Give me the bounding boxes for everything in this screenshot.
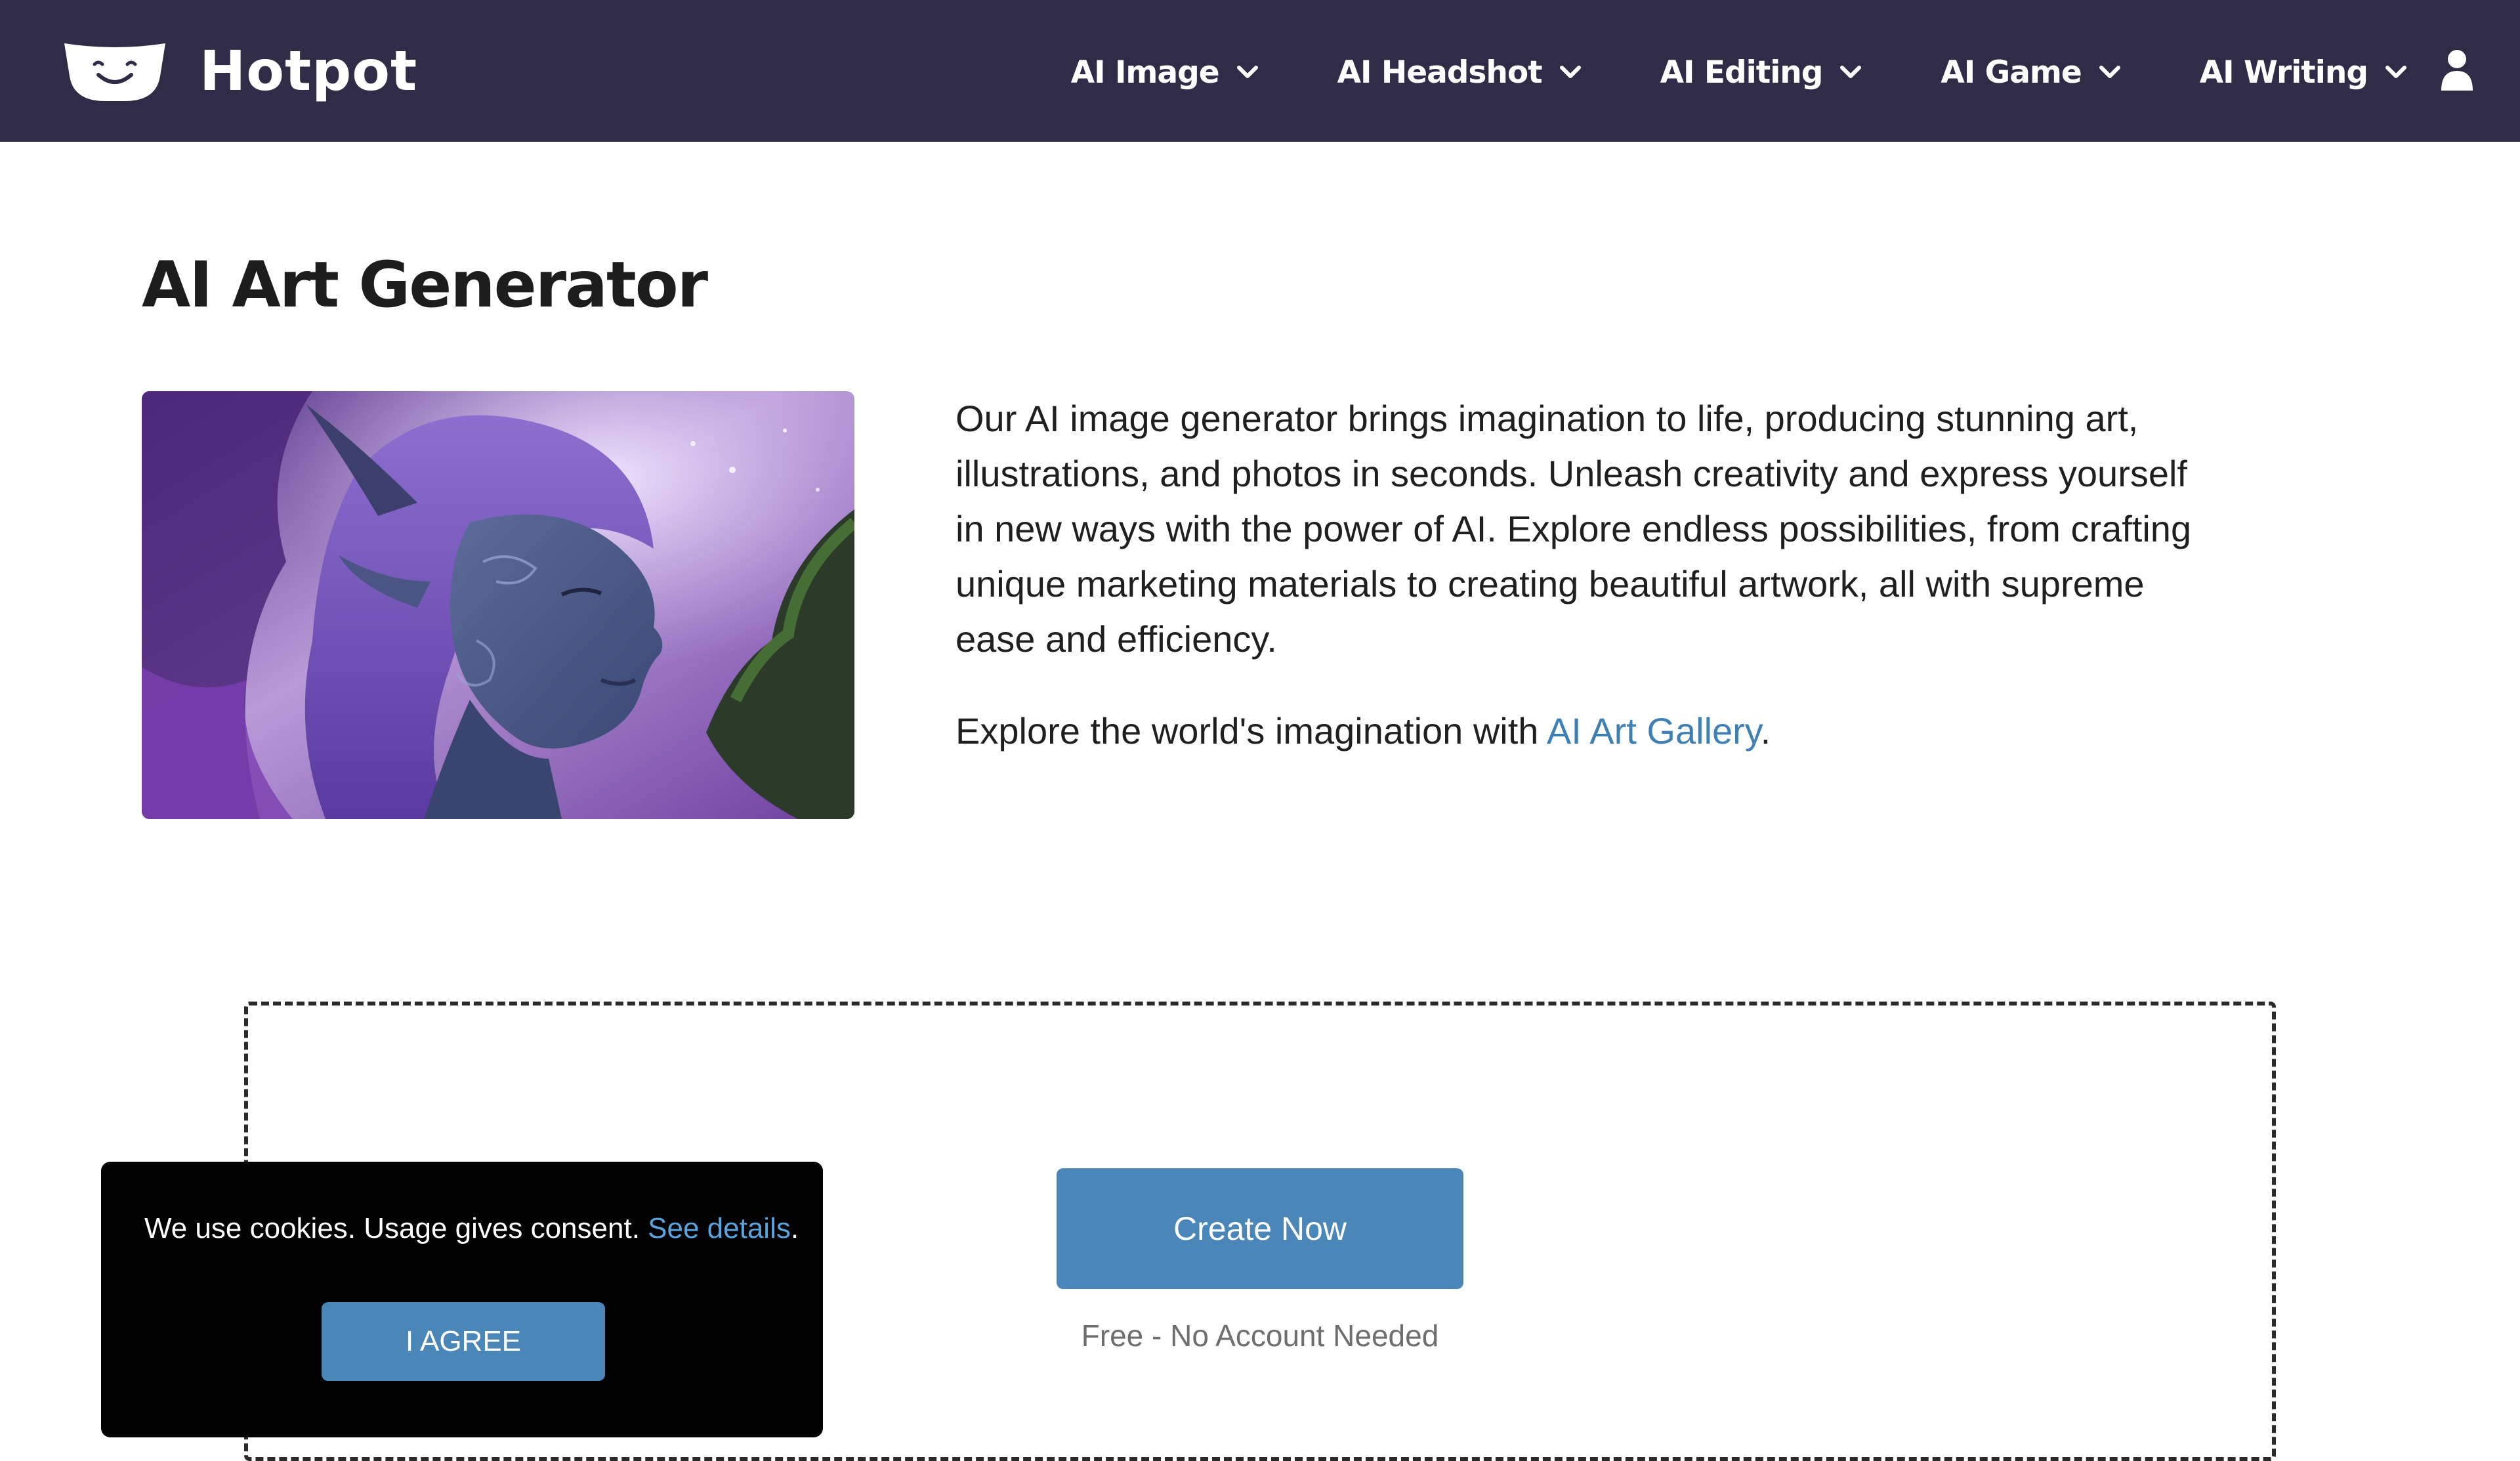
- see-details-link[interactable]: See details: [648, 1212, 791, 1244]
- hotpot-logo-icon: [64, 43, 165, 101]
- chevron-down-icon: [2385, 66, 2406, 78]
- brand-name: Hotpot: [200, 39, 418, 103]
- intro-description: Our AI image generator brings imaginatio…: [956, 398, 2192, 660]
- chevron-down-icon: [1236, 66, 1258, 78]
- nav-item-label: AI Headshot: [1337, 54, 1543, 91]
- cookie-banner: We use cookies. Usage gives consent. See…: [101, 1162, 823, 1437]
- gallery-line: Explore the world's imagination with AI …: [956, 704, 2202, 759]
- cookie-suffix: .: [790, 1212, 799, 1244]
- user-icon[interactable]: [2440, 49, 2474, 92]
- gallery-suffix: .: [1760, 710, 1771, 752]
- nav-item-ai-writing[interactable]: AI Writing: [2200, 54, 2407, 91]
- fantasy-elf-artwork: [142, 391, 854, 819]
- chevron-down-icon: [2099, 66, 2120, 78]
- ai-art-gallery-link[interactable]: AI Art Gallery: [1547, 710, 1761, 752]
- create-now-button[interactable]: Create Now: [1057, 1168, 1463, 1289]
- nav-item-ai-game[interactable]: AI Game: [1941, 54, 2120, 91]
- site-header: Hotpot AI Image AI Headshot AI Editing A…: [0, 0, 2520, 142]
- nav-item-ai-editing[interactable]: AI Editing: [1660, 54, 1862, 91]
- nav-item-label: AI Writing: [2199, 54, 2368, 91]
- home-logo-link[interactable]: Hotpot: [60, 38, 417, 104]
- gallery-prefix: Explore the world's imagination with: [956, 710, 1547, 752]
- nav-item-label: AI Image: [1070, 54, 1220, 91]
- nav-item-label: AI Game: [1941, 54, 2082, 91]
- cookie-text: We use cookies. Usage gives consent.: [144, 1212, 648, 1244]
- main-nav: AI Image AI Headshot AI Editing AI Game …: [1071, 45, 2407, 100]
- chevron-down-icon: [1559, 66, 1581, 78]
- i-agree-button[interactable]: I AGREE: [322, 1302, 605, 1381]
- page-title: AI Art Generator: [142, 248, 708, 322]
- cookie-message: We use cookies. Usage gives consent. See…: [144, 1210, 801, 1247]
- create-subtext: Free - No Account Needed: [1081, 1319, 1439, 1353]
- nav-item-ai-image[interactable]: AI Image: [1071, 54, 1259, 91]
- chevron-down-icon: [1840, 66, 1862, 78]
- nav-item-ai-headshot[interactable]: AI Headshot: [1337, 54, 1582, 91]
- nav-item-label: AI Editing: [1660, 54, 1824, 91]
